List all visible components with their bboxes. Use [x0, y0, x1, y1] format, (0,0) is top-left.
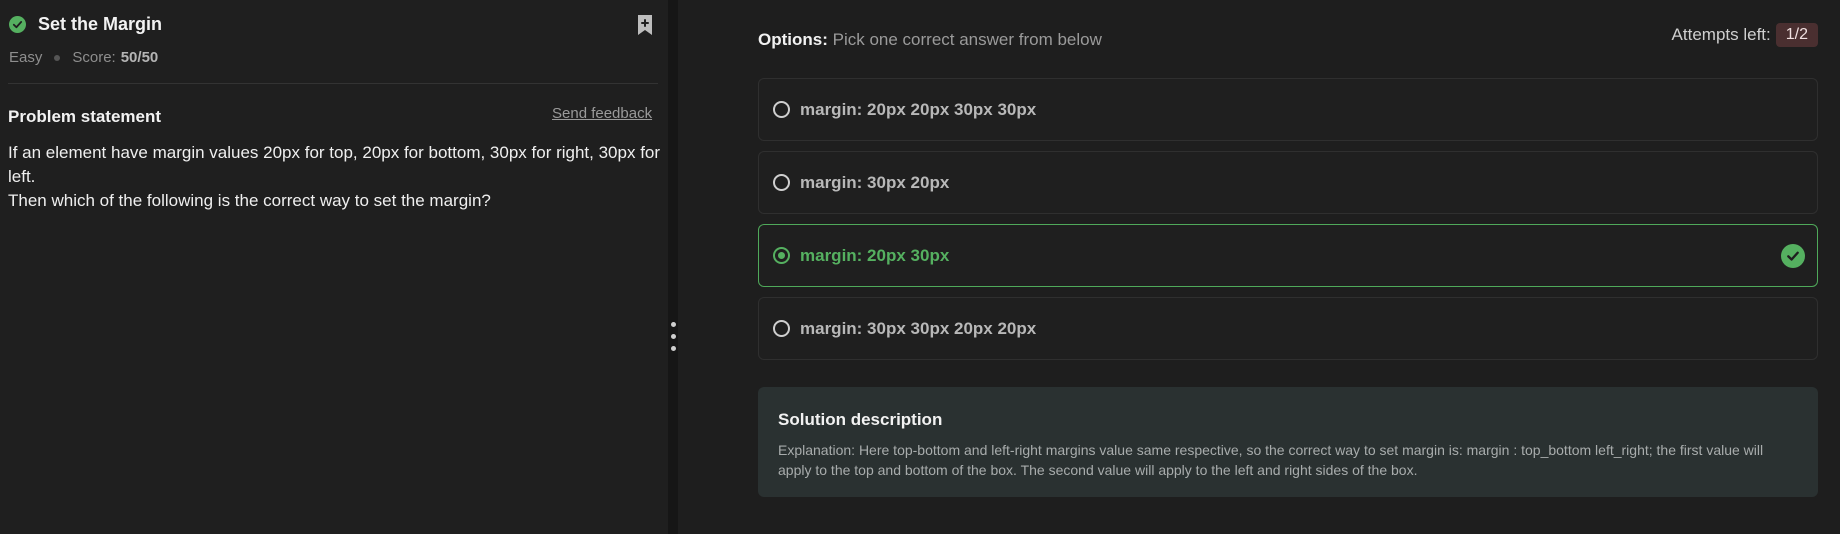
- send-feedback-link[interactable]: Send feedback: [552, 105, 652, 122]
- option-4[interactable]: margin: 30px 30px 20px 20px: [758, 297, 1818, 360]
- options-panel: Options: Pick one correct answer from be…: [678, 0, 1840, 534]
- option-text: margin: 30px 20px: [800, 172, 950, 192]
- solution-description: Solution description Explanation: Here t…: [758, 387, 1818, 497]
- panel-resize-handle[interactable]: [668, 0, 678, 534]
- radio-button[interactable]: [773, 174, 790, 191]
- attempts-indicator: Attempts left: 1/2: [1672, 23, 1818, 47]
- attempts-badge: 1/2: [1775, 23, 1818, 47]
- score-label: Score:: [72, 49, 116, 66]
- problem-meta: Easy Score: 50/50: [9, 49, 158, 66]
- option-text: margin: 30px 30px 20px 20px: [800, 318, 1037, 338]
- problem-statement: If an element have margin values 20px fo…: [8, 141, 663, 213]
- attempts-label: Attempts left:: [1671, 25, 1771, 44]
- option-3[interactable]: margin: 20px 30px: [758, 224, 1818, 287]
- options-instruction: Pick one correct answer from below: [832, 30, 1102, 49]
- option-text: margin: 20px 30px: [800, 245, 950, 265]
- radio-button[interactable]: [773, 320, 790, 337]
- solved-check-icon: [9, 16, 26, 33]
- option-1[interactable]: margin: 20px 20px 30px 30px: [758, 78, 1818, 141]
- check-circle-icon: [1781, 244, 1805, 268]
- problem-title: Set the Margin: [38, 14, 163, 34]
- score-value: 50/50: [120, 49, 159, 66]
- problem-panel: Set the Margin Easy Score: 50/50 Problem…: [0, 0, 668, 534]
- drag-handle-icon: [671, 322, 676, 351]
- option-text: margin: 20px 20px 30px 30px: [800, 99, 1037, 119]
- option-2[interactable]: margin: 30px 20px: [758, 151, 1818, 214]
- options-header: Options: Pick one correct answer from be…: [758, 30, 1102, 50]
- divider: [8, 83, 658, 84]
- radio-button-selected[interactable]: [773, 247, 790, 264]
- radio-button[interactable]: [773, 101, 790, 118]
- problem-title-row: Set the Margin: [9, 14, 162, 35]
- bookmark-add-icon[interactable]: [636, 14, 654, 36]
- solution-title: Solution description: [778, 410, 943, 429]
- solution-text: Explanation: Here top-bottom and left-ri…: [778, 442, 1764, 478]
- problem-statement-heading: Problem statement: [8, 107, 162, 126]
- statement-line: Then which of the following is the corre…: [8, 191, 491, 210]
- difficulty-label: Easy: [9, 49, 43, 66]
- statement-line: If an element have margin values 20px fo…: [8, 143, 661, 186]
- separator-dot: [54, 54, 61, 61]
- options-label: Options:: [758, 30, 828, 49]
